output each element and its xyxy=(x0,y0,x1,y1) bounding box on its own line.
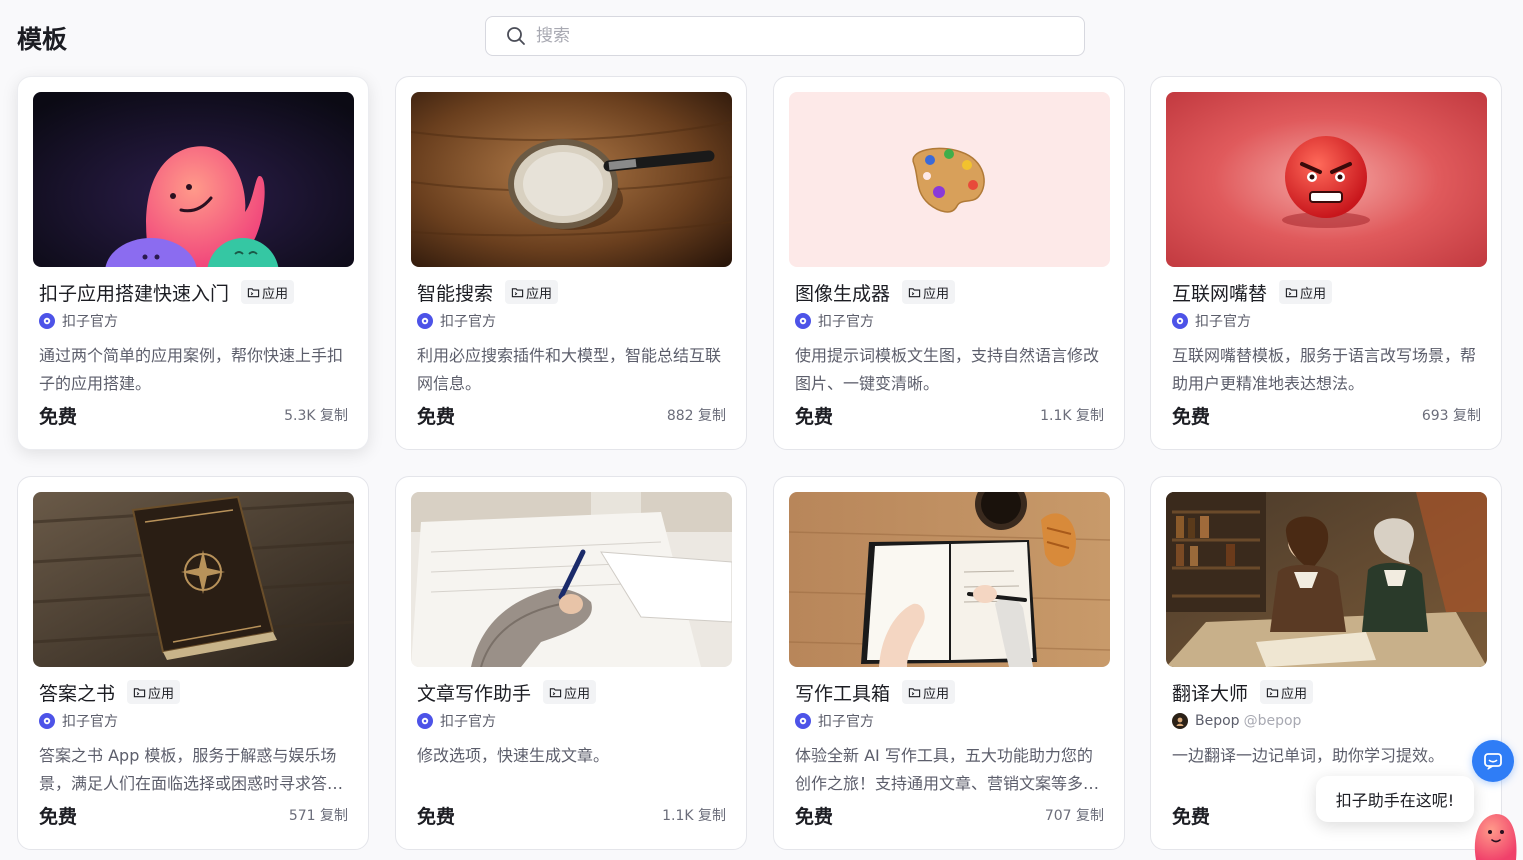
card-price: 免费 xyxy=(795,405,834,428)
card-thumbnail xyxy=(1166,92,1487,267)
card-price: 免费 xyxy=(39,405,78,428)
author-avatar xyxy=(795,713,811,729)
template-card[interactable]: 互联网嘴替 应用 扣子官方 互联网嘴替模板，服务于语言改写场景，帮助用户更精准地… xyxy=(1150,76,1502,450)
card-title: 智能搜索 xyxy=(417,282,494,305)
card-price: 免费 xyxy=(417,405,456,428)
author-avatar xyxy=(39,713,55,729)
author-name: 扣子官方 xyxy=(818,714,874,730)
card-thumbnail xyxy=(33,492,354,667)
card-title: 写作工具箱 xyxy=(795,682,891,705)
card-title: 图像生成器 xyxy=(795,282,891,305)
app-folder-icon xyxy=(511,287,524,297)
card-title: 扣子应用搭建快速入门 xyxy=(39,282,230,305)
author-handle: @bepop xyxy=(1243,713,1302,729)
card-type-tag: 应用 xyxy=(1260,680,1314,704)
card-description: 体验全新 AI 写作工具，五大功能助力您的创作之旅！支持通用文章、营销文案等多种… xyxy=(795,746,1100,793)
template-card[interactable]: 智能搜索 应用 扣子官方 利用必应搜索插件和大模型，智能总结互联网信息。 免费 … xyxy=(395,76,747,450)
copy-count: 882 复制 xyxy=(666,408,726,424)
author-name: 扣子官方 xyxy=(440,314,496,330)
author-name: Bepop xyxy=(1195,713,1240,729)
card-price: 免费 xyxy=(1172,405,1211,428)
assistant-greeting-bubble[interactable]: 扣子助手在这呢! xyxy=(1316,776,1474,822)
search-icon xyxy=(507,27,525,45)
card-description: 答案之书 App 模板，服务于解惑与娱乐场景，满足人们在面临选择或困惑时寻求答案… xyxy=(39,746,344,793)
author-avatar xyxy=(417,713,433,729)
author-name: 扣子官方 xyxy=(1195,314,1251,330)
card-title: 文章写作助手 xyxy=(417,682,532,705)
chat-assistant-button[interactable] xyxy=(1472,740,1514,782)
author-avatar xyxy=(795,313,811,329)
copy-count: 571 复制 xyxy=(288,808,348,824)
copy-count: 5.3K 复制 xyxy=(284,408,348,424)
author-name: 扣子官方 xyxy=(62,714,118,730)
app-folder-icon xyxy=(247,287,260,297)
template-card[interactable]: 扣子应用搭建快速入门 应用 扣子官方 通过两个简单的应用案例，帮你快速上手扣子的… xyxy=(17,76,369,450)
card-thumbnail xyxy=(789,492,1110,667)
card-type-tag: 应用 xyxy=(1279,280,1333,304)
card-type-tag: 应用 xyxy=(241,280,295,304)
assistant-mascot-icon[interactable] xyxy=(1470,808,1520,860)
app-folder-icon xyxy=(133,687,146,697)
copy-count: 1.1K 复制 xyxy=(662,808,726,824)
app-folder-icon xyxy=(908,687,921,697)
card-title: 翻译大师 xyxy=(1172,682,1249,705)
template-card[interactable]: 图像生成器 应用 扣子官方 使用提示词模板文生图，支持自然语言修改图片、一键变清… xyxy=(773,76,1125,450)
author-avatar xyxy=(417,313,433,329)
card-title: 互联网嘴替 xyxy=(1172,282,1268,305)
card-thumbnail xyxy=(789,92,1110,267)
app-folder-icon xyxy=(549,687,562,697)
app-folder-icon xyxy=(908,287,921,297)
card-thumbnail xyxy=(33,92,354,267)
page-title: 模板 xyxy=(17,25,68,54)
template-card[interactable]: 答案之书 应用 扣子官方 答案之书 App 模板，服务于解惑与娱乐场景，满足人们… xyxy=(17,476,369,850)
card-title: 答案之书 xyxy=(39,682,116,705)
card-type-tag: 应用 xyxy=(543,680,597,704)
card-price: 免费 xyxy=(39,805,78,828)
author-avatar xyxy=(1172,313,1188,329)
card-thumbnail xyxy=(411,492,732,667)
search-input[interactable] xyxy=(536,26,1036,46)
card-description: 互联网嘴替模板，服务于语言改写场景，帮助用户更精准地表达想法。 xyxy=(1172,346,1477,393)
card-thumbnail xyxy=(1166,492,1487,667)
card-type-tag: 应用 xyxy=(127,680,181,704)
card-thumbnail xyxy=(411,92,732,267)
app-folder-icon xyxy=(1285,287,1298,297)
card-description: 修改选项，快速生成文章。 xyxy=(417,746,610,765)
card-description: 使用提示词模板文生图，支持自然语言修改图片、一键变清晰。 xyxy=(795,346,1100,393)
template-card[interactable]: 写作工具箱 应用 扣子官方 体验全新 AI 写作工具，五大功能助力您的创作之旅！… xyxy=(773,476,1125,850)
card-type-tag: 应用 xyxy=(902,680,956,704)
app-folder-icon xyxy=(1266,687,1279,697)
card-description: 利用必应搜索插件和大模型，智能总结互联网信息。 xyxy=(417,346,722,393)
author-name: 扣子官方 xyxy=(62,314,118,330)
card-type-tag: 应用 xyxy=(902,280,956,304)
author-name: 扣子官方 xyxy=(818,314,874,330)
author-avatar xyxy=(1172,713,1188,729)
copy-count: 707 复制 xyxy=(1044,808,1104,824)
card-type-tag: 应用 xyxy=(505,280,559,304)
chat-icon xyxy=(1484,753,1502,770)
author-name: 扣子官方 xyxy=(440,714,496,730)
template-card[interactable]: 文章写作助手 应用 扣子官方 修改选项，快速生成文章。 免费 1.1K 复制 xyxy=(395,476,747,850)
search-bar[interactable] xyxy=(485,16,1085,56)
card-description: 通过两个简单的应用案例，帮你快速上手扣子的应用搭建。 xyxy=(39,346,344,393)
copy-count: 1.1K 复制 xyxy=(1040,408,1104,424)
card-price: 免费 xyxy=(1172,805,1211,828)
author-avatar xyxy=(39,313,55,329)
card-price: 免费 xyxy=(417,805,456,828)
card-price: 免费 xyxy=(795,805,834,828)
copy-count: 693 复制 xyxy=(1421,408,1481,424)
